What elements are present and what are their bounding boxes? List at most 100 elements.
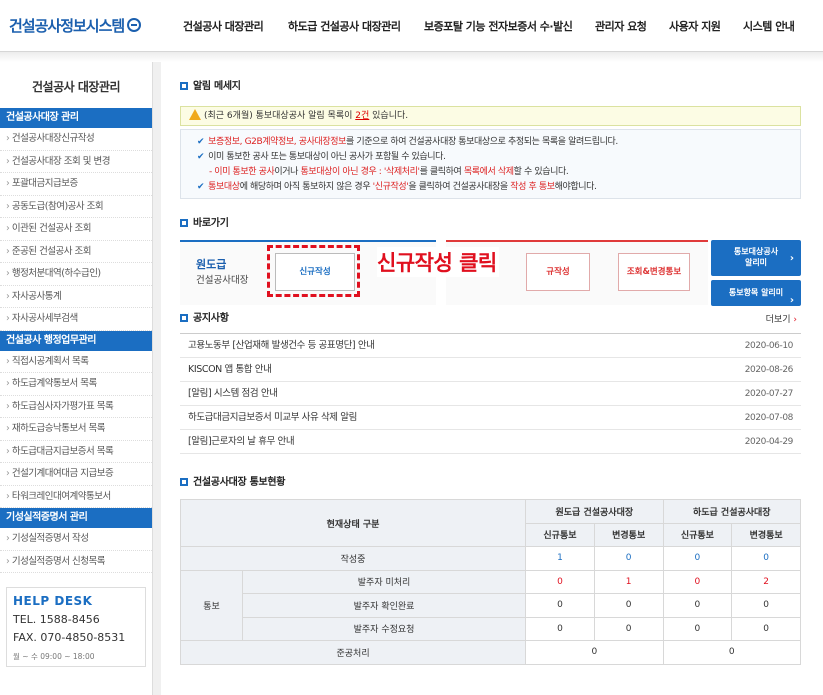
helpdesk-hours: 월 ~ 수 09:00 ~ 18:00 bbox=[13, 652, 95, 661]
nav-guarantee-portal[interactable]: 보증포탈 기능 전자보증서 수·발신 bbox=[424, 18, 573, 34]
notifier-line1: 통보대상공사 bbox=[733, 247, 779, 256]
notice-item-date: 2020-07-27 bbox=[744, 389, 794, 399]
sidebar: 건설공사 대장관리 건설공사대장 관리 건설공사대장신규작성 건설공사대장 조회… bbox=[0, 62, 153, 695]
cell-count[interactable]: 0 bbox=[731, 546, 801, 571]
highlight-dashed-box bbox=[267, 245, 360, 297]
chevron-right-icon: › bbox=[789, 253, 794, 264]
alert-count-link[interactable]: 2건 bbox=[355, 111, 369, 121]
nav-admin-request[interactable]: 관리자 요청 bbox=[595, 18, 647, 34]
cell-count: 0 bbox=[525, 616, 595, 641]
site-logo[interactable]: 건설공사정보시스템 bbox=[9, 15, 142, 36]
nav-subcontract-ledger[interactable]: 하도급 건설공사 대장관리 bbox=[288, 18, 401, 34]
nav-construction-ledger[interactable]: 건설공사 대장관리 bbox=[183, 18, 264, 34]
alert-text: (최근 6개월) 통보대상공사 알림 목록이 bbox=[204, 111, 356, 121]
check-icon: ✔ bbox=[197, 137, 205, 147]
note-text: 에 해당하며 아직 통보하지 않은 경우 bbox=[239, 182, 373, 192]
note-text: 을 클릭하여 건설공사대장을 bbox=[408, 182, 511, 192]
cell-count[interactable]: 0 bbox=[593, 546, 664, 571]
notifier-line2: 알리미 bbox=[744, 258, 768, 267]
target-project-notifier-button[interactable]: 통보대상공사알리미 › bbox=[711, 240, 801, 276]
chevron-right-icon: › bbox=[789, 295, 794, 306]
more-link[interactable]: 더보기 › bbox=[766, 312, 797, 325]
sidebar-item[interactable]: 자사공사세부검색 bbox=[0, 308, 152, 331]
notice-item-title[interactable]: [알림]근로자의 날 휴무 안내 bbox=[188, 436, 295, 447]
sidebar-gutter bbox=[153, 62, 161, 695]
item-notifier-label: 통보항목 알리미 bbox=[728, 288, 784, 297]
notice-item-date: 2020-06-10 bbox=[744, 341, 794, 351]
notice-item-title[interactable]: 고용노동부 [산업재해 발생건수 등 공표명단] 안내 bbox=[188, 340, 375, 351]
notice-item[interactable]: [알림]근로자의 날 휴무 안내 2020-04-29 bbox=[180, 430, 801, 454]
sidebar-item[interactable]: 하도급대금지급보증서 목록 bbox=[0, 441, 152, 463]
cell-count[interactable]: 1 bbox=[525, 546, 595, 571]
notice-item-date: 2020-04-29 bbox=[744, 437, 794, 447]
sidebar-category-ledger[interactable]: 건설공사대장 관리 bbox=[0, 108, 152, 128]
logo-text: 건설공사정보시스템 bbox=[9, 17, 125, 35]
sub-new-ledger-button[interactable]: 규작성 bbox=[526, 253, 590, 291]
sidebar-item[interactable]: 건설공사대장 조회 및 변경 bbox=[0, 151, 152, 173]
notice-item[interactable]: [알림] 시스템 점검 안내 2020-07-27 bbox=[180, 382, 801, 406]
helpdesk-fax: FAX. 070-4850-8531 bbox=[13, 631, 126, 644]
sidebar-item[interactable]: 하도급계약통보서 목록 bbox=[0, 373, 152, 396]
notice-item-date: 2020-07-08 bbox=[744, 413, 794, 423]
notice-section-title: 공지사항 bbox=[180, 312, 801, 326]
cell-count[interactable]: 2 bbox=[731, 569, 801, 594]
sidebar-item[interactable]: 행정처분대역(하수급인) bbox=[0, 263, 152, 286]
sidebar-item[interactable]: 포괄대금지급보증 bbox=[0, 173, 152, 196]
note-highlight: 통보대상 bbox=[208, 182, 240, 192]
alert-text-end: 있습니다. bbox=[369, 111, 409, 121]
sidebar-item[interactable]: 준공된 건설공사 조회 bbox=[0, 241, 152, 263]
quick-title-text: 바로가기 bbox=[193, 218, 229, 229]
sidebar-item[interactable]: 건설공사대장신규작성 bbox=[0, 128, 152, 151]
notice-item-title[interactable]: KISCON 앱 통합 안내 bbox=[188, 364, 272, 375]
nav-user-support[interactable]: 사용자 지원 bbox=[669, 18, 721, 34]
note-highlight: 보증정보, G2B계약정보, 공사대장정보 bbox=[208, 137, 346, 147]
cell-count: 0 bbox=[593, 593, 664, 618]
note-text: 를 기준으로 하여 건설공사대장 통보대상으로 추정되는 목록을 알려드립니다. bbox=[346, 137, 618, 147]
sidebar-item[interactable]: 직접시공계획서 목록 bbox=[0, 351, 152, 373]
note-text: 할 수 있습니다. bbox=[513, 167, 569, 177]
section-bullet-icon bbox=[180, 478, 188, 486]
cell-count[interactable]: 0 bbox=[525, 569, 595, 594]
nav-system-info[interactable]: 시스템 안내 bbox=[743, 18, 795, 34]
sidebar-item[interactable]: 공동도급(참여)공사 조회 bbox=[0, 196, 152, 218]
sidebar-item[interactable]: 타워크레인대여계약통보서 bbox=[0, 486, 152, 508]
section-bullet-icon bbox=[180, 82, 188, 90]
helpdesk-title: HELP DESK bbox=[13, 594, 93, 608]
status-table: 현재상태 구분 원도급 건설공사대장 하도급 건설공사대장 신규통보 변경통보 … bbox=[179, 499, 802, 665]
sidebar-item[interactable]: 하도급심사자가평가표 목록 bbox=[0, 396, 152, 418]
header-state: 현재상태 구분 bbox=[179, 499, 527, 547]
main-content: 알림 메세지 (최근 6개월) 통보대상공사 알림 목록이 2건 있습니다. ✔… bbox=[179, 80, 802, 665]
cell-count: 0 bbox=[525, 593, 595, 618]
sidebar-item[interactable]: 건설기계대여대금 지급보증 bbox=[0, 463, 152, 486]
status-section-title: 건설공사대장 통보현황 bbox=[180, 476, 801, 490]
note-line: ✔ 보증정보, G2B계약정보, 공사대장정보를 기준으로 하여 건설공사대장 통… bbox=[197, 135, 800, 150]
note-text: 해야합니다. bbox=[554, 182, 597, 192]
notice-item-title[interactable]: 하도급대금지급보증서 미교부 사유 삭제 알림 bbox=[188, 412, 357, 423]
sidebar-category-admin[interactable]: 건설공사 행정업무관리 bbox=[0, 330, 152, 351]
sidebar-item[interactable]: 기성실적증명서 작성 bbox=[0, 528, 152, 551]
item-notifier-button[interactable]: 통보항목 알리미 › bbox=[711, 280, 801, 306]
sidebar-item[interactable]: 기성실적증명서 신청목록 bbox=[0, 551, 152, 573]
sidebar-item[interactable]: 재하도급승낙통보서 목록 bbox=[0, 418, 152, 441]
quick-original-title: 원도급 bbox=[196, 258, 227, 271]
cell-count: 0 bbox=[662, 640, 802, 665]
header-shadow bbox=[0, 52, 823, 62]
notice-item[interactable]: 고용노동부 [산업재해 발생건수 등 공표명단] 안내 2020-06-10 bbox=[180, 334, 801, 358]
notice-item-title[interactable]: [알림] 시스템 점검 안내 bbox=[188, 388, 278, 399]
sidebar-item[interactable]: 이관된 건설공사 조회 bbox=[0, 218, 152, 241]
note-line: ✔ 통보대상에 해당하며 아직 통보하지 않은 경우 '신규작성'을 클릭하여 건… bbox=[197, 180, 800, 195]
sidebar-item[interactable]: 자사공사통계 bbox=[0, 286, 152, 308]
query-change-button[interactable]: 조회&변경통보 bbox=[618, 253, 690, 291]
header-original: 원도급 건설공사대장 bbox=[525, 499, 664, 524]
cell-count: 0 bbox=[662, 593, 733, 618]
notice-title-text: 공지사항 bbox=[193, 313, 229, 324]
quick-links: 원도급 건설공사대장 신규작성 규작성 조회&변경통보 신규작성 클릭 통보대상… bbox=[180, 240, 801, 322]
notice-item[interactable]: 하도급대금지급보증서 미교부 사유 삭제 알림 2020-07-08 bbox=[180, 406, 801, 430]
cell-count[interactable]: 1 bbox=[593, 569, 664, 594]
alert-section-title: 알림 메세지 bbox=[180, 80, 801, 94]
notice-item[interactable]: KISCON 앱 통합 안내 2020-08-26 bbox=[180, 358, 801, 382]
cell-count[interactable]: 0 bbox=[662, 546, 733, 571]
sidebar-category-performance[interactable]: 기성실적증명서 관리 bbox=[0, 508, 152, 528]
row-label-completed: 준공처리 bbox=[179, 640, 527, 665]
cell-count[interactable]: 0 bbox=[662, 569, 733, 594]
